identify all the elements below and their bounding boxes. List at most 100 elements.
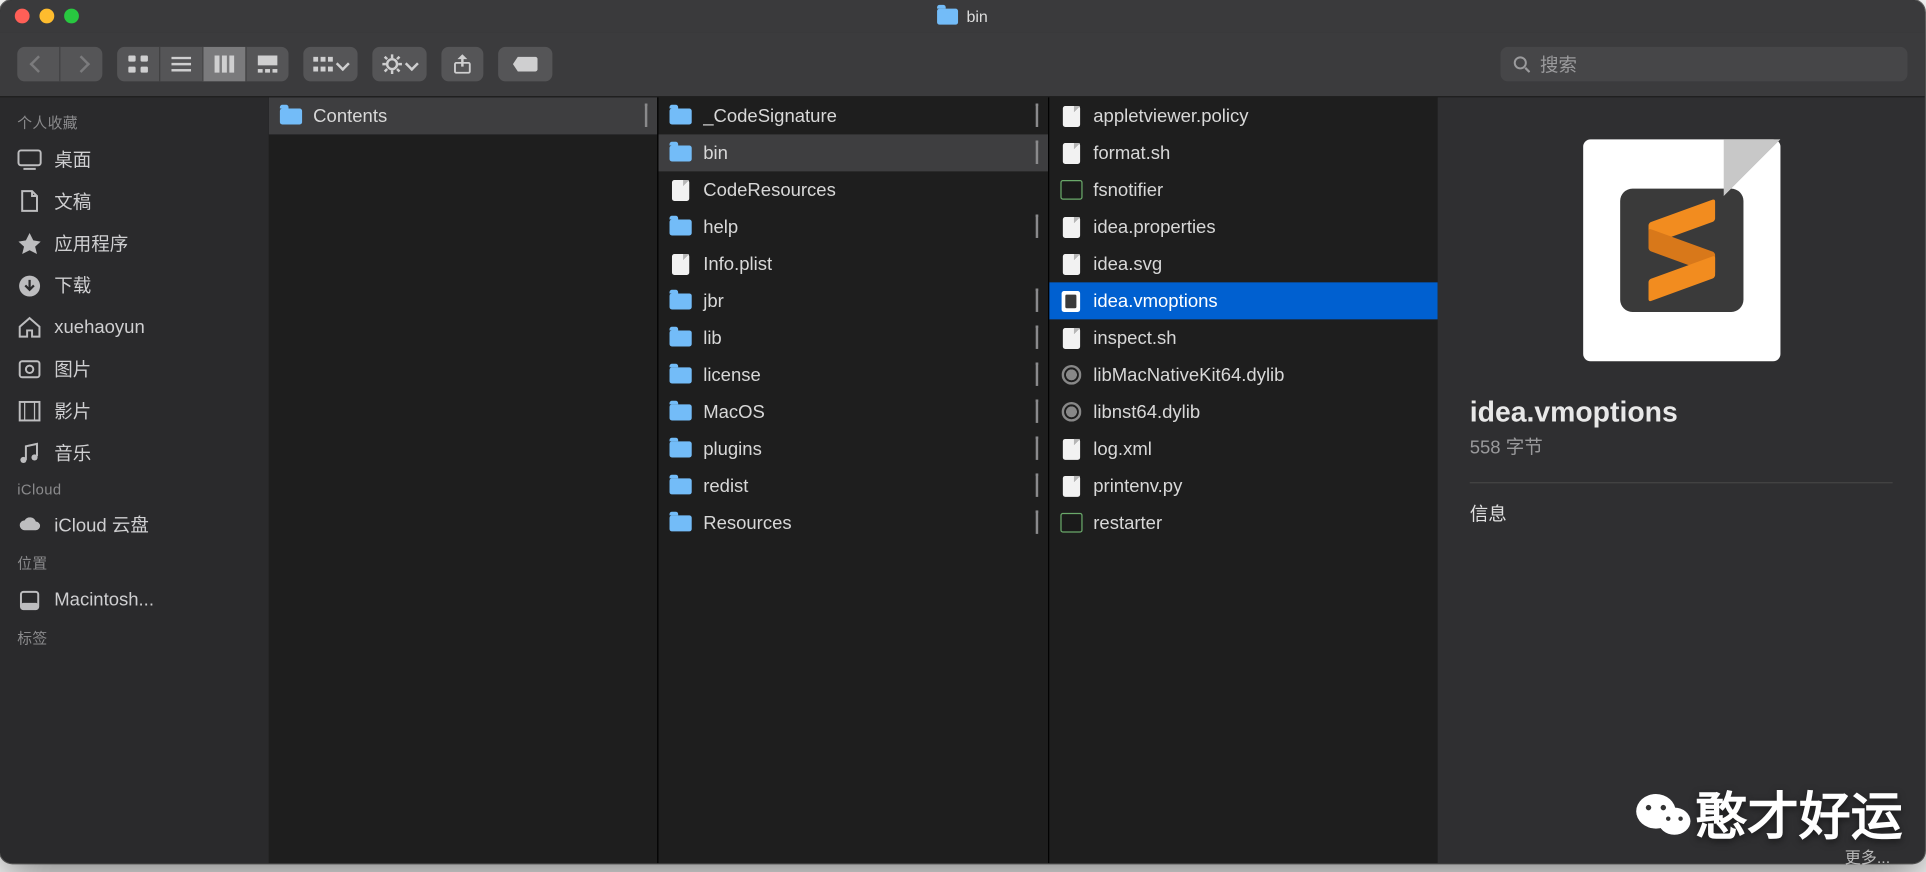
gallery-view-button[interactable] bbox=[245, 47, 288, 82]
column-item[interactable]: plugins bbox=[659, 430, 1048, 467]
action-menu-button[interactable] bbox=[372, 47, 426, 82]
column-view-button[interactable] bbox=[202, 47, 245, 82]
file-icon bbox=[1062, 105, 1079, 126]
folder-icon bbox=[670, 145, 692, 161]
icon-view-button[interactable] bbox=[117, 47, 159, 82]
column-item-label: Info.plist bbox=[703, 253, 772, 274]
column-item[interactable]: jbr bbox=[659, 282, 1048, 319]
column-item-label: restarter bbox=[1093, 512, 1162, 533]
sidebar-item[interactable]: 文稿 bbox=[0, 180, 269, 222]
folder-icon bbox=[670, 108, 692, 124]
chevron-right-icon bbox=[1035, 327, 1037, 348]
cloud-icon bbox=[17, 513, 42, 535]
column-item-label: jbr bbox=[703, 290, 724, 311]
column-item-label: printenv.py bbox=[1093, 475, 1182, 496]
sidebar-item[interactable]: 下载 bbox=[0, 264, 269, 306]
column-item-label: fsnotifier bbox=[1093, 179, 1163, 200]
folder-icon bbox=[670, 441, 692, 457]
preview-filesize: 558 字节 bbox=[1470, 434, 1543, 460]
forward-button[interactable] bbox=[59, 47, 102, 82]
column-item-label: _CodeSignature bbox=[703, 105, 837, 126]
close-window-button[interactable] bbox=[15, 9, 30, 24]
column-item[interactable]: Resources bbox=[659, 504, 1048, 541]
sidebar-item[interactable]: 应用程序 bbox=[0, 222, 269, 264]
column-item[interactable]: _CodeSignature bbox=[659, 97, 1048, 134]
gear-icon bbox=[382, 54, 402, 74]
sublime-file-icon bbox=[1062, 290, 1080, 311]
share-icon bbox=[454, 54, 471, 74]
sublime-app-icon bbox=[1620, 189, 1743, 312]
column-item[interactable]: Info.plist bbox=[659, 245, 1048, 282]
tags-button[interactable] bbox=[498, 47, 552, 82]
folder-icon bbox=[670, 367, 692, 383]
column-item[interactable]: MacOS bbox=[659, 393, 1048, 430]
column-item[interactable]: idea.properties bbox=[1049, 208, 1438, 245]
title-folder-icon bbox=[937, 8, 958, 24]
column-item-label: libMacNativeKit64.dylib bbox=[1093, 364, 1284, 385]
column-item[interactable]: bin bbox=[659, 134, 1048, 171]
share-button[interactable] bbox=[441, 47, 483, 82]
sidebar-section-header: iCloud bbox=[0, 473, 269, 503]
group-by-button[interactable] bbox=[303, 47, 357, 82]
sidebar-item[interactable]: 图片 bbox=[0, 348, 269, 390]
column-item-label: format.sh bbox=[1093, 142, 1170, 163]
chevron-right-icon bbox=[1035, 438, 1037, 459]
column-item[interactable]: lib bbox=[659, 319, 1048, 356]
column-item[interactable]: redist bbox=[659, 467, 1048, 504]
sidebar-section-header: 位置 bbox=[0, 545, 269, 578]
column-item[interactable]: license bbox=[659, 356, 1048, 393]
column-item[interactable]: idea.vmoptions bbox=[1049, 282, 1438, 319]
column-item-label: libnst64.dylib bbox=[1093, 401, 1200, 422]
folder-icon bbox=[670, 330, 692, 346]
zoom-window-button[interactable] bbox=[64, 9, 79, 24]
sidebar-item[interactable]: Macintosh... bbox=[0, 578, 269, 620]
nav-group bbox=[17, 47, 102, 82]
sidebar-item[interactable]: 影片 bbox=[0, 390, 269, 432]
column-item[interactable]: libnst64.dylib bbox=[1049, 393, 1438, 430]
preview-more-link[interactable]: 更多... bbox=[1845, 845, 1890, 868]
file-icon bbox=[1062, 142, 1079, 163]
column-item-label: idea.properties bbox=[1093, 216, 1215, 237]
column-item[interactable]: log.xml bbox=[1049, 430, 1438, 467]
column-item-label: CodeResources bbox=[703, 179, 836, 200]
column-item[interactable]: appletviewer.policy bbox=[1049, 97, 1438, 134]
folder-icon bbox=[280, 108, 302, 124]
sidebar-item-label: 影片 bbox=[54, 398, 91, 424]
sidebar-item-label: 桌面 bbox=[54, 146, 91, 172]
sidebar-item-label: 图片 bbox=[54, 356, 91, 382]
column-item-label: Resources bbox=[703, 512, 791, 533]
column-item[interactable]: fsnotifier bbox=[1049, 171, 1438, 208]
column-browser: Contents _CodeSignaturebin CodeResources he… bbox=[269, 97, 1438, 863]
column-item[interactable]: idea.svg bbox=[1049, 245, 1438, 282]
column-item[interactable]: libMacNativeKit64.dylib bbox=[1049, 356, 1438, 393]
folder-icon bbox=[670, 478, 692, 494]
sidebar-item[interactable]: 音乐 bbox=[0, 432, 269, 474]
column-item-label: bin bbox=[703, 142, 728, 163]
column-item-label: MacOS bbox=[703, 401, 765, 422]
sidebar-item[interactable]: iCloud 云盘 bbox=[0, 503, 269, 545]
home-icon bbox=[17, 316, 42, 338]
column-item[interactable]: help bbox=[659, 208, 1048, 245]
column-item[interactable]: format.sh bbox=[1049, 134, 1438, 171]
column-item[interactable]: CodeResources bbox=[659, 171, 1048, 208]
column-item-label: idea.svg bbox=[1093, 253, 1162, 274]
search-placeholder: 搜索 bbox=[1540, 51, 1577, 77]
column-item[interactable]: printenv.py bbox=[1049, 467, 1438, 504]
list-view-button[interactable] bbox=[159, 47, 202, 82]
back-button[interactable] bbox=[17, 47, 59, 82]
sidebar-item[interactable]: xuehaoyun bbox=[0, 306, 269, 348]
folder-icon bbox=[670, 404, 692, 420]
column-item[interactable]: restarter bbox=[1049, 504, 1438, 541]
column-item[interactable]: inspect.sh bbox=[1049, 319, 1438, 356]
column-item-label: lib bbox=[703, 327, 722, 348]
file-icon bbox=[672, 253, 689, 274]
column-item-label: help bbox=[703, 216, 738, 237]
search-field[interactable]: 搜索 bbox=[1501, 47, 1908, 82]
column: appletviewer.policy format.sh fsnotifier id… bbox=[1049, 97, 1438, 863]
sidebar-item[interactable]: 桌面 bbox=[0, 138, 269, 180]
chevron-right-icon bbox=[1035, 364, 1037, 385]
minimize-window-button[interactable] bbox=[39, 9, 54, 24]
file-icon bbox=[672, 179, 689, 200]
column-item[interactable]: Contents bbox=[269, 97, 658, 134]
preview-pane: idea.vmoptions 558 字节 信息 bbox=[1438, 97, 1925, 863]
